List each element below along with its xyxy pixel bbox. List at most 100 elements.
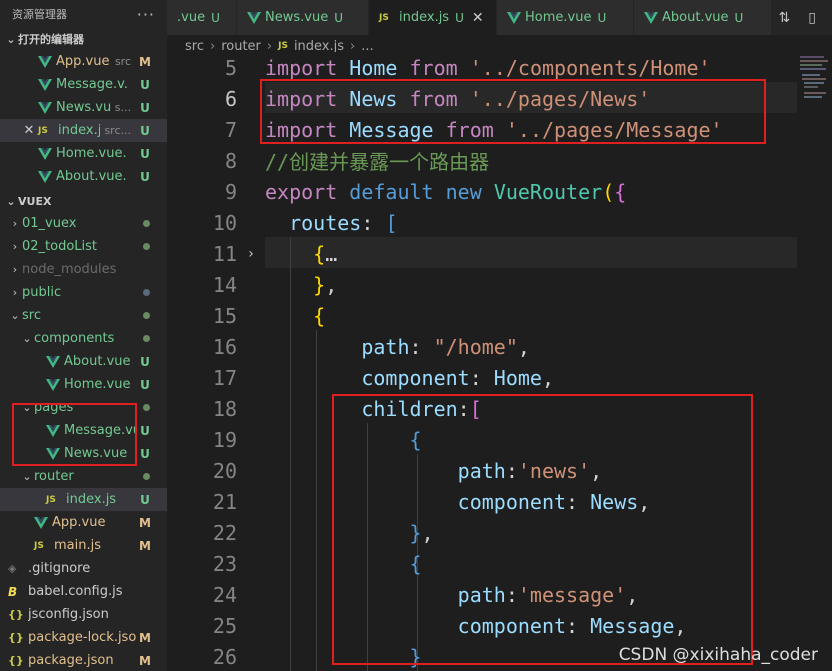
open-editors-header[interactable]: ⌄ 打开的编辑器 [0, 28, 167, 50]
tree-folder[interactable]: ⌄ router [0, 465, 167, 488]
tree-folder[interactable]: › node_modules [0, 258, 167, 281]
project-label: VUEX [18, 194, 52, 208]
open-editor-item[interactable]: News.vues... U [0, 96, 167, 119]
code-text: } [409, 644, 422, 669]
tree-file[interactable]: {} package-lock.json M [0, 626, 167, 649]
git-status-badge: U [140, 169, 150, 184]
editor-tab[interactable]: .vue U [167, 0, 237, 35]
tree-item-label: babel.config.js [28, 584, 123, 599]
js-file-icon: JS [278, 41, 288, 51]
tree-file[interactable]: JS main.js M [0, 534, 167, 557]
open-editor-item[interactable]: Home.vue... U [0, 142, 167, 165]
git-status-badge: U [140, 146, 150, 161]
vue-file-icon [46, 447, 60, 460]
js-file-icon: JS [379, 12, 389, 23]
code-editor[interactable]: 5 import Home from '../components/Home' 6 i… [167, 52, 832, 671]
tree-folder[interactable]: › public [0, 281, 167, 304]
git-status-badge: M [139, 653, 151, 668]
line-number: 24 [212, 582, 237, 607]
editor-tab[interactable]: JS index.js U ✕ [369, 0, 497, 35]
editor-tab[interactable]: About.vue U [634, 0, 772, 35]
tree-folder[interactable]: › 02_todoList [0, 235, 167, 258]
vue-file-icon [46, 424, 60, 437]
code-line: 16 path: "/home", [167, 331, 832, 362]
tree-file[interactable]: ◈ .gitignore [0, 557, 167, 580]
vue-file-icon [46, 378, 60, 391]
tab-list: .vue U News.vue U JS index.js U ✕ Home.vue U About… [167, 0, 772, 35]
tree-folder[interactable]: ⌄ pages [0, 396, 167, 419]
code-line: 24 path:'message', [167, 579, 832, 610]
tree-file[interactable]: Bbabel.config.js [0, 580, 167, 603]
code-line: 10 routes: [ [167, 207, 832, 238]
tree-item-label: jsconfig.json [28, 607, 109, 622]
tree-file[interactable]: Message.vueU [0, 419, 167, 442]
tree-item-label: News.vue [64, 446, 128, 461]
editor-tab[interactable]: Home.vue U [497, 0, 634, 35]
code-line: 11 › {… [167, 238, 832, 269]
file-tree: › 01_vuex › 02_todoList › node_modules › public… [0, 212, 167, 671]
tree-item-label: components [34, 331, 115, 346]
ellipsis-icon[interactable]: ··· [137, 5, 155, 24]
split-editor-icon[interactable]: ▯ [808, 10, 816, 26]
tree-item-label: main.js [54, 538, 101, 553]
fold-chevron-icon[interactable]: › [237, 246, 265, 262]
code-line: 23 { [167, 548, 832, 579]
git-status-badge: M [139, 54, 151, 69]
project-header[interactable]: ⌄ VUEX [0, 190, 167, 212]
line-number: 15 [212, 303, 237, 328]
chevron-down-icon: ⌄ [22, 401, 32, 414]
git-status-badge: U [140, 446, 150, 461]
close-icon[interactable]: ✕ [20, 123, 38, 138]
open-editor-label: News.vue [56, 100, 111, 115]
line-number: 19 [212, 427, 237, 452]
chevron-down-icon: ⌄ [22, 470, 32, 483]
editor-tab[interactable]: News.vue U [237, 0, 369, 35]
open-editors-list: App.vuesrcMMessage.v...UNews.vues...U✕JS… [0, 50, 167, 188]
tree-file[interactable]: App.vue M [0, 511, 167, 534]
git-status-badge: U [140, 423, 150, 438]
minimap[interactable] [798, 52, 832, 122]
code-line: 6 import News from '../pages/News' [167, 83, 832, 114]
tab-label: .vue [177, 10, 206, 25]
git-status-badge: U [334, 10, 343, 25]
git-status-badge: U [140, 492, 150, 507]
open-editor-label: Home.vue... [56, 146, 127, 161]
code-text: //创建并暴露一个路由器 [265, 150, 490, 174]
line-number: 23 [212, 551, 237, 576]
json-icon: {} [8, 631, 24, 644]
open-editor-item[interactable]: App.vue src M [0, 50, 167, 73]
chevron-right-icon: › [12, 240, 18, 253]
tree-file[interactable]: {} jsconfig.json [0, 603, 167, 626]
chevron-down-icon: ⌄ [6, 194, 16, 208]
close-icon[interactable]: ✕ [472, 10, 484, 26]
open-editor-item[interactable]: About.vue... U [0, 165, 167, 188]
explorer-header: 资源管理器 ··· [0, 0, 167, 28]
tab-label: index.js [399, 10, 450, 25]
editor-actions: ⇅ ▯ [772, 0, 832, 35]
tree-item-label: App.vue [52, 515, 106, 530]
tree-file[interactable]: About.vue U [0, 350, 167, 373]
open-editor-label: Message.v... [56, 77, 127, 92]
js-file-icon: JS [38, 125, 48, 136]
tree-item-label: 01_vuex [22, 216, 77, 231]
line-number: 5 [224, 55, 237, 80]
open-editor-item[interactable]: Message.v... U [0, 73, 167, 96]
code-text: path:'news', [457, 458, 603, 483]
tab-label: About.vue [662, 10, 729, 25]
git-status-badge: U [211, 10, 220, 25]
tree-folder[interactable]: › 01_vuex [0, 212, 167, 235]
code-line: 22 }, [167, 517, 832, 548]
compare-changes-icon[interactable]: ⇅ [779, 10, 791, 26]
line-number: 22 [212, 520, 237, 545]
code-text: component: News, [457, 489, 651, 514]
tree-folder[interactable]: ⌄ components [0, 327, 167, 350]
line-number: 14 [212, 272, 237, 297]
vue-file-icon [38, 78, 52, 91]
tree-file[interactable]: JS index.js U [0, 488, 167, 511]
tree-folder[interactable]: ⌄ src [0, 304, 167, 327]
code-text: {… [313, 241, 338, 266]
tree-file[interactable]: News.vue U [0, 442, 167, 465]
tree-file[interactable]: {} package.json M [0, 649, 167, 671]
tree-file[interactable]: Home.vue U [0, 373, 167, 396]
open-editor-item[interactable]: ✕JS index.jssrc... U [0, 119, 167, 142]
